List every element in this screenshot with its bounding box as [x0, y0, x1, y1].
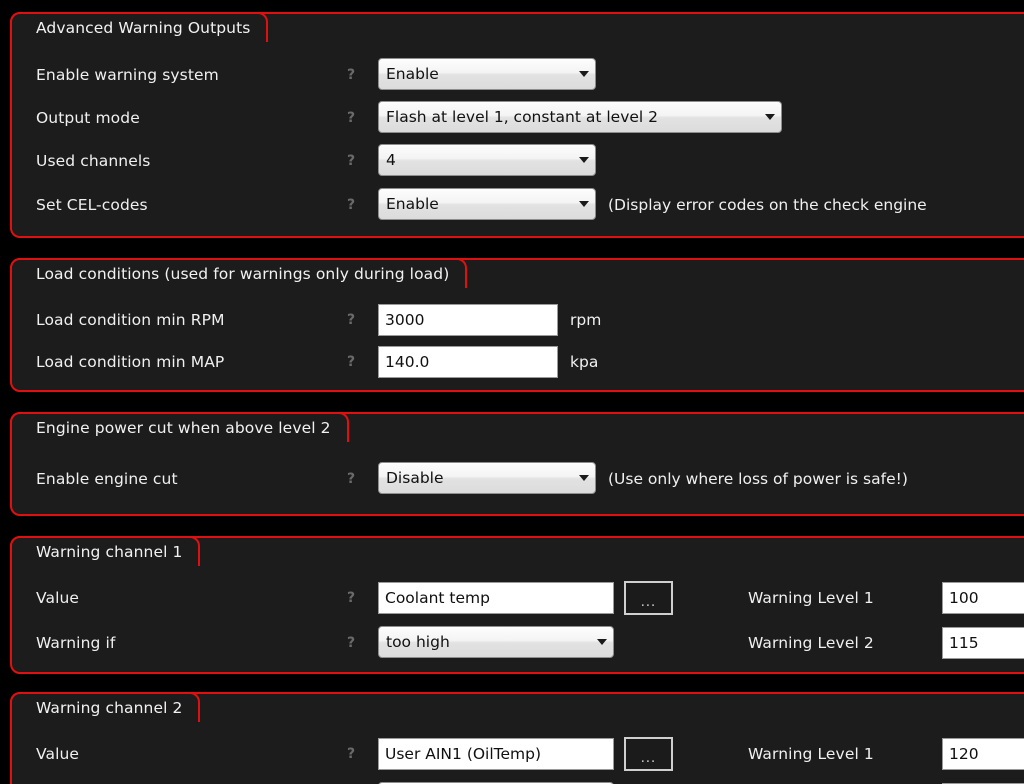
group-caption-advanced-warning-outputs: Advanced Warning Outputs	[10, 12, 269, 45]
group-caption-warning-channel-1: Warning channel 1	[10, 536, 201, 569]
label-enable-warning-system: Enable warning system	[36, 66, 219, 84]
row-wc2-value: Value	[36, 745, 79, 763]
row-load-condition-min-rpm: Load condition min RPM	[36, 311, 225, 329]
label-wc2-value: Value	[36, 745, 80, 763]
label-load-condition-min-rpm: Load condition min RPM	[36, 311, 225, 329]
row-used-channels: Used channels	[36, 152, 150, 170]
help-icon-enable-engine-cut[interactable]: ?	[347, 471, 355, 487]
ellipsis-icon: ...	[640, 595, 657, 610]
browse-button-wc1-value[interactable]: ...	[624, 581, 673, 615]
label-wc2-warning-level-1: Warning Level 1	[748, 745, 874, 763]
input-value-wc1-value: Coolant temp	[385, 589, 490, 607]
chevron-down-icon	[597, 639, 607, 645]
input-value-wc2-warning-level-1: 120	[949, 745, 979, 763]
combo-value-enable-warning-system: Enable	[386, 65, 439, 83]
row-output-mode: Output mode	[36, 109, 140, 127]
settings-page: Advanced Warning Outputs Enable warning …	[0, 0, 1024, 784]
label-load-condition-min-map: Load condition min MAP	[36, 353, 225, 371]
group-load-conditions: Load conditions (used for warnings only …	[10, 258, 1024, 392]
label-used-channels: Used channels	[36, 152, 151, 170]
row-wc1-value: Value	[36, 589, 79, 607]
label-enable-engine-cut: Enable engine cut	[36, 470, 178, 488]
note-enable-engine-cut: (Use only where loss of power is safe!)	[608, 470, 908, 488]
row-enable-engine-cut: Enable engine cut	[36, 470, 178, 488]
browse-button-wc2-value[interactable]: ...	[624, 737, 673, 771]
group-title-text: Warning channel 1	[36, 543, 183, 561]
label-wc1-warning-level-1: Warning Level 1	[748, 589, 874, 607]
input-wc2-value[interactable]: User AIN1 (OilTemp)	[378, 738, 614, 770]
input-wc1-value[interactable]: Coolant temp	[378, 582, 614, 614]
row-set-cel-codes: Set CEL-codes	[36, 196, 148, 214]
help-icon-wc1-value[interactable]: ?	[347, 590, 355, 606]
group-caption-engine-power-cut: Engine power cut when above level 2	[10, 412, 349, 445]
unit-load-condition-min-map: kpa	[570, 353, 599, 371]
combo-value-wc1-warning-if: too high	[386, 633, 450, 651]
group-title-text: Engine power cut when above level 2	[36, 419, 331, 437]
ellipsis-icon: ...	[640, 751, 657, 766]
input-value-wc1-warning-level-2: 115	[949, 634, 979, 652]
input-value-load-condition-min-map: 140.0	[385, 353, 430, 371]
combo-value-enable-engine-cut: Disable	[386, 469, 444, 487]
group-caption-warning-channel-2: Warning channel 2	[10, 692, 201, 725]
chevron-down-icon	[579, 475, 589, 481]
label-set-cel-codes: Set CEL-codes	[36, 196, 148, 214]
group-title-text: Load conditions (used for warnings only …	[36, 265, 450, 283]
combo-used-channels[interactable]: 4	[378, 144, 596, 176]
group-warning-channel-2: Warning channel 2 Value ? User AIN1 (Oil…	[10, 692, 1024, 784]
combo-value-output-mode: Flash at level 1, constant at level 2	[386, 108, 659, 126]
chevron-down-icon	[579, 201, 589, 207]
label-wc1-warning-level-2: Warning Level 2	[748, 634, 874, 652]
combo-enable-warning-system[interactable]: Enable	[378, 58, 596, 90]
note-set-cel-codes: (Display error codes on the check engine	[608, 196, 927, 214]
input-wc1-warning-level-1[interactable]: 100	[942, 582, 1024, 614]
input-value-wc2-value: User AIN1 (OilTemp)	[385, 745, 542, 763]
help-icon-enable-warning-system[interactable]: ?	[347, 67, 355, 83]
combo-set-cel-codes[interactable]: Enable	[378, 188, 596, 220]
help-icon-wc2-value[interactable]: ?	[347, 746, 355, 762]
help-icon-set-cel-codes[interactable]: ?	[347, 197, 355, 213]
input-wc1-warning-level-2[interactable]: 115	[942, 627, 1024, 659]
label-wc1-value: Value	[36, 589, 80, 607]
input-value-wc1-warning-level-1: 100	[949, 589, 979, 607]
input-load-condition-min-map[interactable]: 140.0	[378, 346, 558, 378]
group-advanced-warning-outputs: Advanced Warning Outputs Enable warning …	[10, 12, 1024, 238]
input-load-condition-min-rpm[interactable]: 3000	[378, 304, 558, 336]
help-icon-used-channels[interactable]: ?	[347, 153, 355, 169]
group-caption-load-conditions: Load conditions (used for warnings only …	[10, 258, 468, 291]
combo-enable-engine-cut[interactable]: Disable	[378, 462, 596, 494]
row-wc1-warning-if: Warning if	[36, 634, 115, 652]
label-wc1-warning-if: Warning if	[36, 634, 116, 652]
help-icon-output-mode[interactable]: ?	[347, 110, 355, 126]
chevron-down-icon	[579, 71, 589, 77]
group-engine-power-cut: Engine power cut when above level 2 Enab…	[10, 412, 1024, 516]
row-load-condition-min-map: Load condition min MAP	[36, 353, 224, 371]
group-title-text: Warning channel 2	[36, 699, 183, 717]
help-icon-load-condition-min-rpm[interactable]: ?	[347, 312, 355, 328]
help-icon-wc1-warning-if[interactable]: ?	[347, 635, 355, 651]
label-output-mode: Output mode	[36, 109, 140, 127]
combo-output-mode[interactable]: Flash at level 1, constant at level 2	[378, 101, 782, 133]
chevron-down-icon	[765, 114, 775, 120]
input-wc2-warning-level-1[interactable]: 120	[942, 738, 1024, 770]
row-enable-warning-system: Enable warning system	[36, 66, 219, 84]
group-title-text: Advanced Warning Outputs	[36, 19, 251, 37]
input-value-load-condition-min-rpm: 3000	[385, 311, 425, 329]
combo-value-set-cel-codes: Enable	[386, 195, 439, 213]
combo-wc1-warning-if[interactable]: too high	[378, 626, 614, 658]
help-icon-load-condition-min-map[interactable]: ?	[347, 354, 355, 370]
group-warning-channel-1: Warning channel 1 Value ? Coolant temp .…	[10, 536, 1024, 674]
chevron-down-icon	[579, 157, 589, 163]
unit-load-condition-min-rpm: rpm	[570, 311, 602, 329]
combo-value-used-channels: 4	[386, 151, 396, 169]
